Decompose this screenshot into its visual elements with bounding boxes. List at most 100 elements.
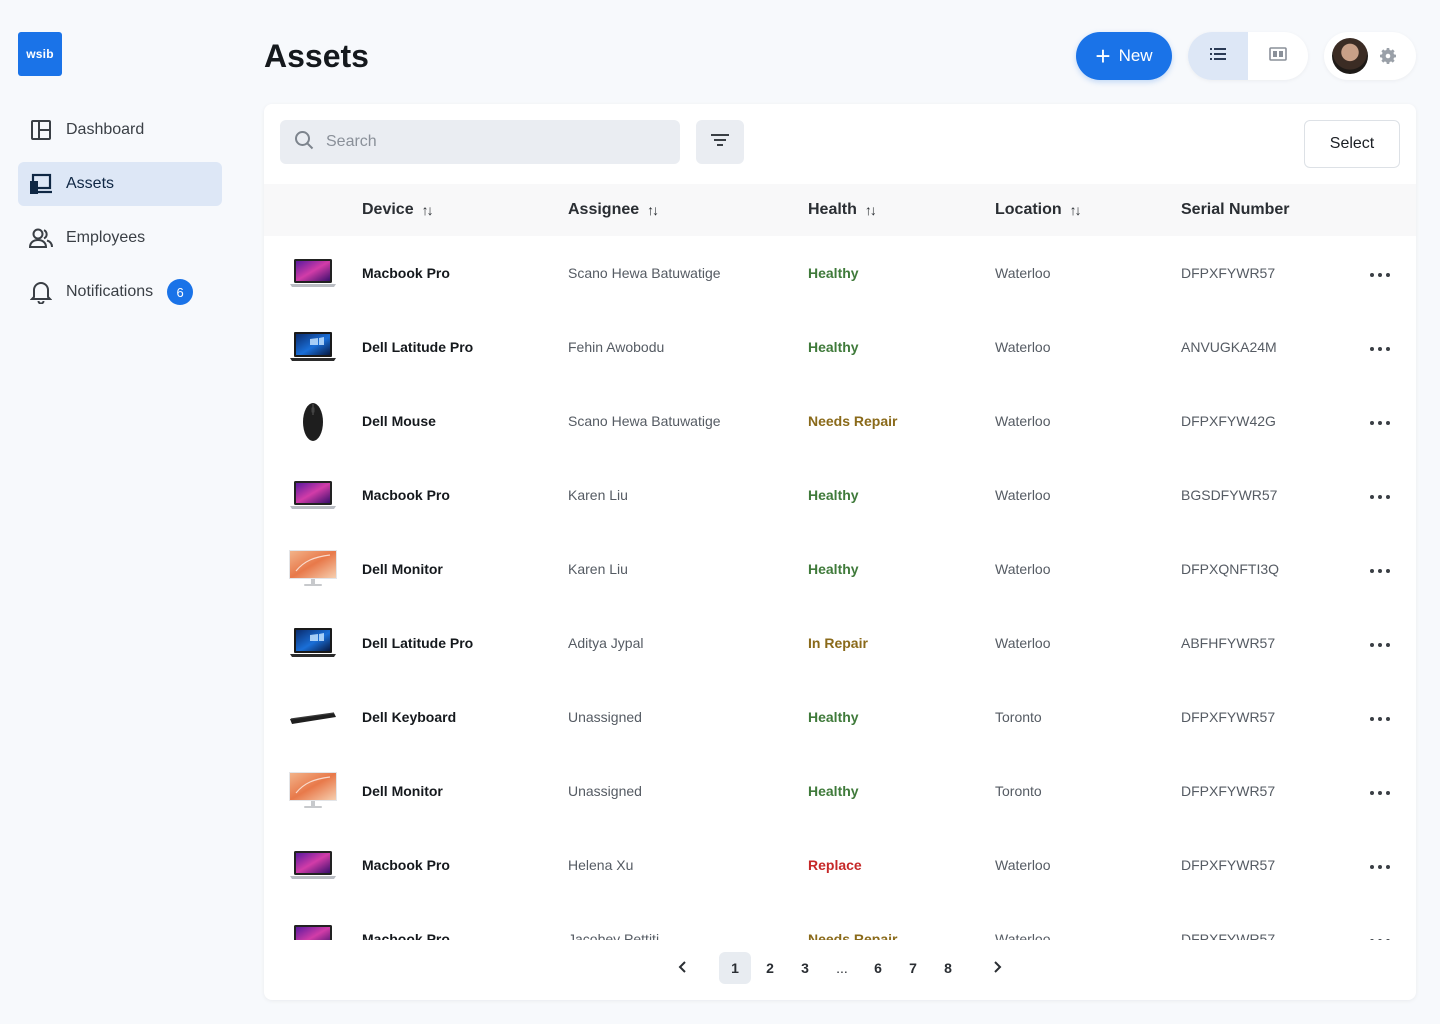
table-row[interactable]: Dell Mouse Scano Hewa Batuwatige Needs Rep… <box>264 384 1416 458</box>
column-header-location[interactable]: Location ↑↓ <box>995 184 1082 236</box>
health-status: Needs Repair <box>808 931 898 940</box>
new-button-label: New <box>1118 46 1153 65</box>
column-header-health[interactable]: Health ↑↓ <box>808 184 877 236</box>
more-actions-button[interactable] <box>1370 754 1390 828</box>
notification-count-badge: 6 <box>167 279 194 305</box>
device-name: Dell Monitor <box>362 783 443 799</box>
more-actions-button[interactable] <box>1370 236 1390 310</box>
location: Toronto <box>995 783 1042 799</box>
table-row[interactable]: Dell Latitude Pro Fehin Awobodu Healthy Wat… <box>264 310 1416 384</box>
health-status: Healthy <box>808 487 859 503</box>
more-actions-button[interactable] <box>1370 902 1390 940</box>
assignee-name: Scano Hewa Batuwatige <box>568 265 721 281</box>
table-row[interactable]: Dell Latitude Pro Aditya Jypal In Repair Wa… <box>264 606 1416 680</box>
serial-number: DFPXQNFTI3Q <box>1181 561 1280 577</box>
monitor-thumbnail <box>288 549 338 589</box>
table-row[interactable]: Macbook Pro Scano Hewa Batuwatige Healthy W… <box>264 236 1416 310</box>
location: Waterloo <box>995 635 1051 651</box>
laptop-mac-thumbnail <box>288 845 338 885</box>
filter-button[interactable] <box>696 120 744 164</box>
chevron-left-icon <box>678 960 688 977</box>
more-actions-button[interactable] <box>1370 458 1390 532</box>
laptop-dell-thumbnail <box>288 327 338 367</box>
list-view-button[interactable] <box>1188 32 1248 80</box>
mouse-thumbnail <box>288 401 338 441</box>
serial-number: DFPXFYW42G <box>1181 413 1276 429</box>
assignee-name: Karen Liu <box>568 561 628 577</box>
more-actions-button[interactable] <box>1370 680 1390 754</box>
user-menu <box>1324 32 1416 80</box>
more-actions-button[interactable] <box>1370 828 1390 902</box>
page-ellipsis: ... <box>836 960 848 976</box>
assignee-name: Jacobey Pettiti <box>568 931 660 940</box>
health-status: Healthy <box>808 709 859 725</box>
sidebar-item-label: Employees <box>66 229 146 246</box>
sidebar-item-employees[interactable]: Employees <box>18 216 222 260</box>
table-row[interactable]: Dell Monitor Karen Liu Healthy Waterloo DFPX… <box>264 532 1416 606</box>
page-number-button[interactable]: 7 <box>897 952 929 984</box>
device-name: Dell Keyboard <box>362 709 457 725</box>
gear-icon[interactable] <box>1378 46 1398 66</box>
sidebar-item-label: Dashboard <box>66 121 145 138</box>
table-row[interactable]: Macbook Pro Helena Xu Replace Waterloo DFPXF… <box>264 828 1416 902</box>
sidebar-item-label: Notifications <box>66 283 154 300</box>
wsib-logo[interactable]: wsib <box>18 32 62 76</box>
table-body: Macbook Pro Scano Hewa Batuwatige Healthy W… <box>264 236 1416 940</box>
health-status: Healthy <box>808 265 859 281</box>
more-actions-button[interactable] <box>1370 310 1390 384</box>
device-name: Macbook Pro <box>362 931 450 940</box>
serial-number: DFPXFYWR57 <box>1181 709 1276 725</box>
serial-number: DFPXFYWR57 <box>1181 783 1276 799</box>
serial-number: ANVUGKA24M <box>1181 339 1277 355</box>
device-name: Dell Monitor <box>362 561 443 577</box>
table-row[interactable]: Macbook Pro Karen Liu Healthy Waterloo BGSDF… <box>264 458 1416 532</box>
sidebar-item-dashboard[interactable]: Dashboard <box>18 108 222 152</box>
sidebar-item-notifications[interactable]: Notifications 6 <box>18 270 222 314</box>
device-name: Macbook Pro <box>362 857 450 873</box>
avatar[interactable] <box>1332 38 1368 74</box>
filter-icon <box>711 133 729 151</box>
location: Waterloo <box>995 857 1051 873</box>
grid-view-button[interactable] <box>1248 32 1308 80</box>
column-header-label: Location <box>995 201 1062 218</box>
sidebar-item-assets[interactable]: Assets <box>18 162 222 206</box>
more-actions-button[interactable] <box>1370 606 1390 680</box>
grid-view-icon <box>1269 46 1287 66</box>
serial-number: BGSDFYWR57 <box>1181 487 1278 503</box>
more-horizontal-icon <box>1370 264 1390 282</box>
table-row[interactable]: Dell Keyboard Unassigned Healthy Toronto DFP… <box>264 680 1416 754</box>
page-number-button[interactable]: 8 <box>932 952 964 984</box>
more-actions-button[interactable] <box>1370 384 1390 458</box>
column-header-label: Device <box>362 201 414 218</box>
assignee-name: Aditya Jypal <box>568 635 644 651</box>
search-input[interactable] <box>326 133 646 151</box>
more-horizontal-icon <box>1370 486 1390 504</box>
select-button[interactable]: Select <box>1304 120 1400 168</box>
sort-icon: ↑↓ <box>647 202 659 218</box>
assignee-name: Fehin Awobodu <box>568 339 665 355</box>
page-number-button[interactable]: 2 <box>754 952 786 984</box>
more-horizontal-icon <box>1370 930 1390 940</box>
device-name: Macbook Pro <box>362 487 450 503</box>
next-page-button[interactable] <box>981 952 1013 984</box>
health-status: Healthy <box>808 339 859 355</box>
search-icon <box>294 130 314 155</box>
device-name: Dell Latitude Pro <box>362 635 474 651</box>
column-header-device[interactable]: Device ↑↓ <box>362 184 434 236</box>
health-status: Healthy <box>808 783 859 799</box>
column-header-label: Assignee <box>568 201 640 218</box>
more-actions-button[interactable] <box>1370 532 1390 606</box>
page-number-button[interactable]: 1 <box>719 952 751 984</box>
page-number-button[interactable]: 3 <box>789 952 821 984</box>
table-row[interactable]: Macbook Pro Jacobey Pettiti Needs Repair Wa… <box>264 902 1416 940</box>
column-header-assignee[interactable]: Assignee ↑↓ <box>568 184 659 236</box>
previous-page-button[interactable] <box>667 952 699 984</box>
page-number-button[interactable]: 6 <box>862 952 894 984</box>
column-header-label: Health <box>808 201 857 218</box>
device-name: Dell Latitude Pro <box>362 339 474 355</box>
assignee-name: Unassigned <box>568 783 642 799</box>
table-row[interactable]: Dell Monitor Unassigned Healthy Toronto DFPX… <box>264 754 1416 828</box>
sort-icon: ↑↓ <box>421 202 434 218</box>
keyboard-thumbnail <box>288 697 338 737</box>
new-asset-button[interactable]: + New <box>1076 32 1172 80</box>
